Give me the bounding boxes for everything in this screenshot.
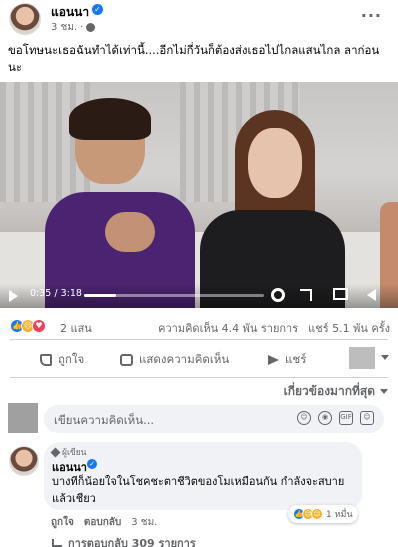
reaction-profile-avatar[interactable] <box>349 347 375 369</box>
share-icon <box>268 355 279 365</box>
comment-like-button[interactable]: ถูกใจ <box>51 515 74 530</box>
comment-text: บางทีก็น้อยใจในโชคชะตาชีวิตของโมเหมือนกั… <box>52 475 345 505</box>
video-player[interactable]: 0:35 / 3:18 <box>0 82 398 308</box>
comment-actions: ถูกใจ ตอบกลับ 3 ชม. <box>51 515 157 530</box>
view-replies-button[interactable]: การตอบกลับ 309 รายการ <box>52 534 196 547</box>
reactions-summary: 👍 ☹ ♥ 2 แสน ความคิดเห็น 4.4 พัน รายการ แ… <box>0 316 398 336</box>
chevron-down-icon[interactable] <box>381 355 389 360</box>
picture-in-picture-icon[interactable] <box>333 288 348 300</box>
globe-icon <box>86 23 96 32</box>
post-actions: ถูกใจ แสดงความคิดเห็น แชร์ <box>0 343 398 375</box>
comment-author-avatar[interactable] <box>9 446 39 476</box>
comment-sort-dropdown[interactable]: เกี่ยวข้องมากที่สุด <box>284 382 388 401</box>
gif-icon[interactable]: GIF <box>339 411 353 425</box>
verified-icon: ✓ <box>92 4 103 15</box>
comment-label: แสดงความคิดเห็น <box>139 352 230 366</box>
chevron-down-icon <box>380 389 388 394</box>
sticker-icon[interactable]: ☺ <box>360 411 374 425</box>
comment-count[interactable]: ความคิดเห็น 4.4 พัน รายการ <box>158 319 298 337</box>
thumb-up-icon <box>40 354 52 366</box>
more-options-icon[interactable]: ··· <box>361 6 382 25</box>
camera-icon[interactable]: ◉ <box>318 411 332 425</box>
comment-input[interactable]: เขียนความคิดเห็น... ☺ ◉ GIF ☺ <box>44 405 384 433</box>
video-time-display: 0:35 / 3:18 <box>30 288 82 299</box>
video-person-right <box>200 110 345 308</box>
share-button[interactable]: แชร์ <box>268 351 306 369</box>
comment-bubble: ผู้เขียน แอนนา ✓ บางทีก็น้อยใจในโชคชะตาช… <box>44 442 362 510</box>
post-header: แอนนา ✓ 3 ชม. · ··· <box>0 0 398 38</box>
comment-placeholder: เขียนความคิดเห็น... <box>54 413 155 427</box>
divider <box>10 377 388 378</box>
comment-reply-button[interactable]: ตอบกลับ <box>84 515 121 530</box>
like-button[interactable]: ถูกใจ <box>40 351 84 369</box>
love-icon: ♥ <box>32 319 46 333</box>
video-controls: 0:35 / 3:18 <box>0 284 398 308</box>
verified-icon: ✓ <box>87 459 97 469</box>
author-badge-label: ผู้เขียน <box>62 448 87 458</box>
comment-reaction-count: 1 หมื่น <box>326 510 353 520</box>
composer-tools: ☺ ◉ GIF ☺ <box>297 411 374 425</box>
divider <box>10 339 388 340</box>
comment-item: ผู้เขียน แอนนา ✓ บางทีก็น้อยใจในโชคชะตาช… <box>0 442 398 547</box>
share-label: แชร์ <box>285 352 307 366</box>
author-badge: ผู้เขียน <box>50 445 87 459</box>
reply-arrow-icon <box>52 539 62 547</box>
user-avatar <box>8 403 38 433</box>
post-time[interactable]: 3 ชม. <box>51 20 77 35</box>
sort-label: เกี่ยวข้องมากที่สุด <box>283 384 375 398</box>
comment-reactions[interactable]: 👍 ☹ ☺ 1 หมื่น <box>288 505 358 523</box>
view-replies-label: การตอบกลับ 309 รายการ <box>68 537 196 547</box>
comment-composer: เขียนความคิดเห็น... ☺ ◉ GIF ☺ <box>0 403 398 435</box>
expand-icon[interactable] <box>300 289 312 301</box>
reaction-count[interactable]: 2 แสน <box>60 319 92 337</box>
post-timestamp-line: 3 ชม. · <box>51 20 96 35</box>
haha-icon: ☺ <box>311 508 323 520</box>
share-count[interactable]: แชร์ 5.1 พัน ครั้ง <box>308 319 390 337</box>
video-progress-bar[interactable] <box>84 294 264 297</box>
pen-icon <box>50 447 61 457</box>
post-text: ขอโทษนะเธอฉันทำได้เท่านี้....อีกไม่กี่วั… <box>8 43 380 74</box>
comment-button[interactable]: แสดงความคิดเห็น <box>120 351 229 369</box>
emoji-icon[interactable]: ☺ <box>297 411 311 425</box>
like-label: ถูกใจ <box>58 352 85 366</box>
comment-time[interactable]: 3 ชม. <box>131 515 157 530</box>
comment-icon <box>120 354 133 366</box>
video-progress-fill <box>84 294 116 297</box>
author-avatar[interactable] <box>9 3 41 35</box>
settings-gear-icon[interactable] <box>271 288 285 302</box>
reaction-icons[interactable]: 👍 ☹ ♥ <box>10 319 46 333</box>
post-stats: ความคิดเห็น 4.4 พัน รายการ แชร์ 5.1 พัน … <box>158 319 390 337</box>
video-person-left <box>45 98 195 308</box>
play-icon[interactable] <box>9 290 18 302</box>
volume-icon[interactable] <box>367 289 376 301</box>
